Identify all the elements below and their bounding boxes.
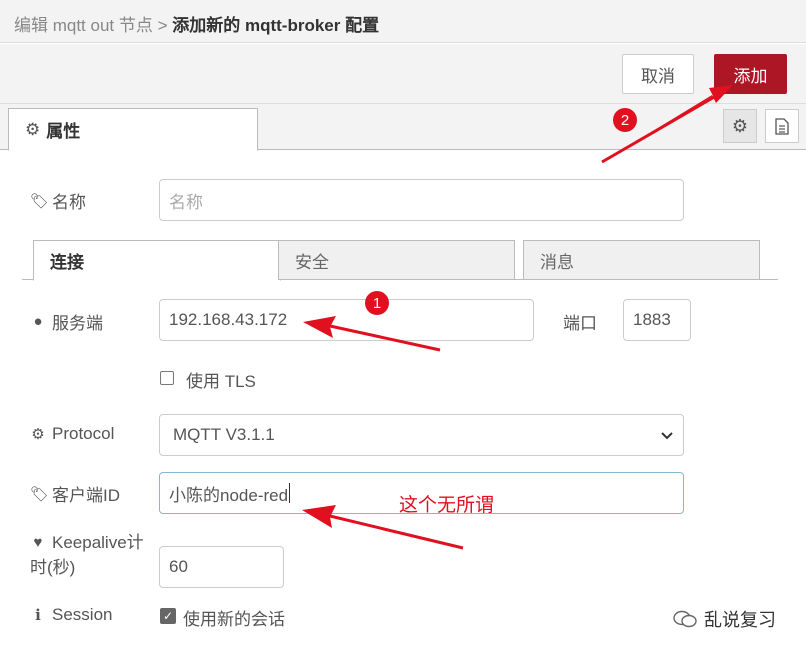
cancel-button[interactable]: 取消: [622, 54, 694, 94]
gear-icon: ⚙: [731, 115, 749, 136]
session-checkbox-label-text: 使用新的会话: [183, 610, 285, 629]
tab-properties-label: 属性: [46, 122, 81, 141]
port-value: 1883: [633, 310, 671, 329]
wechat-icon: [673, 610, 697, 628]
heartbeat-icon: ♥: [33, 534, 43, 551]
keepalive-label: ♥ Keepalive计 时(秒): [30, 530, 144, 580]
gear-icon: ⚙: [31, 426, 45, 443]
tab-properties[interactable]: ⚙ 属性: [8, 108, 258, 151]
port-input[interactable]: 1883: [623, 299, 691, 341]
protocol-select[interactable]: MQTT V3.1.1: [159, 414, 684, 456]
keepalive-input[interactable]: 60: [159, 546, 284, 588]
name-label-text: 名称: [52, 193, 86, 212]
session-checkbox-label: 使用新的会话: [183, 605, 285, 630]
tag-icon: 🏷: [30, 192, 50, 210]
clientid-label: 🏷 客户端ID: [30, 481, 120, 506]
server-label-text: 服务端: [52, 314, 103, 333]
tls-checkbox[interactable]: [160, 371, 174, 385]
subtab-messages-label: 消息: [540, 252, 574, 272]
tab-bar: ⚙ 属性 ⚙: [0, 104, 806, 151]
connection-subtab-bar: 连接 安全 消息: [22, 240, 778, 281]
dialog-header: 编辑 mqtt out 节点 > 添加新的 mqtt-broker 配置: [0, 0, 806, 43]
server-input[interactable]: 192.168.43.172: [159, 299, 534, 341]
tag-icon: 🏷: [30, 485, 50, 503]
tls-label-text: 使用 TLS: [186, 372, 256, 391]
protocol-label-text: Protocol: [52, 424, 115, 443]
name-label: 🏷 名称: [30, 188, 86, 213]
clientid-value: 小陈的node-red: [169, 485, 289, 505]
breadcrumb: 编辑 mqtt out 节点 > 添加新的 mqtt-broker 配置: [14, 11, 379, 36]
breadcrumb-parent[interactable]: 编辑 mqtt out 节点 >: [14, 16, 168, 35]
keepalive-value: 60: [169, 557, 188, 576]
tls-label: 使用 TLS: [186, 367, 256, 392]
breadcrumb-current: 添加新的 mqtt-broker 配置: [172, 16, 380, 35]
protocol-value: MQTT V3.1.1: [173, 425, 275, 444]
keepalive-label-line1: Keepalive计: [52, 533, 144, 552]
checkmark-icon: ✓: [162, 609, 174, 623]
clientid-label-text: 客户端ID: [52, 486, 120, 505]
session-label: i Session: [30, 605, 112, 625]
gear-icon: ⚙: [25, 119, 41, 139]
settings-gear-button[interactable]: ⚙: [723, 109, 757, 143]
globe-icon: ●: [33, 313, 43, 330]
session-label-text: Session: [52, 605, 113, 624]
chevron-down-icon: [661, 427, 673, 443]
protocol-label: ⚙ Protocol: [30, 424, 114, 444]
watermark-text: 乱说复习: [704, 610, 776, 630]
name-input[interactable]: 名称: [159, 179, 684, 221]
port-label: 端口: [563, 309, 597, 334]
server-value: 192.168.43.172: [169, 310, 288, 329]
subtab-messages[interactable]: 消息: [523, 240, 760, 280]
session-checkbox[interactable]: ✓: [160, 608, 176, 624]
add-button[interactable]: 添加: [714, 54, 787, 94]
description-button[interactable]: [765, 109, 799, 143]
subtab-security-label: 安全: [295, 252, 329, 272]
document-icon: [775, 117, 789, 135]
subtab-security[interactable]: 安全: [278, 240, 515, 280]
port-label-text: 端口: [563, 314, 597, 333]
annotation-badge-1: 1: [365, 291, 389, 315]
name-placeholder: 名称: [169, 192, 203, 212]
dialog-toolbar: 取消 添加: [0, 44, 806, 104]
watermark: 乱说复习: [672, 606, 776, 632]
text-cursor: [289, 483, 291, 503]
info-icon: i: [35, 606, 41, 624]
keepalive-label-line2: 时(秒): [30, 558, 76, 577]
server-label: ● 服务端: [30, 309, 103, 334]
subtab-connection[interactable]: 连接: [33, 240, 281, 281]
subtab-connection-label: 连接: [50, 253, 84, 272]
annotation-note: 这个无所谓: [399, 495, 495, 516]
annotation-badge-2: 2: [613, 108, 637, 132]
